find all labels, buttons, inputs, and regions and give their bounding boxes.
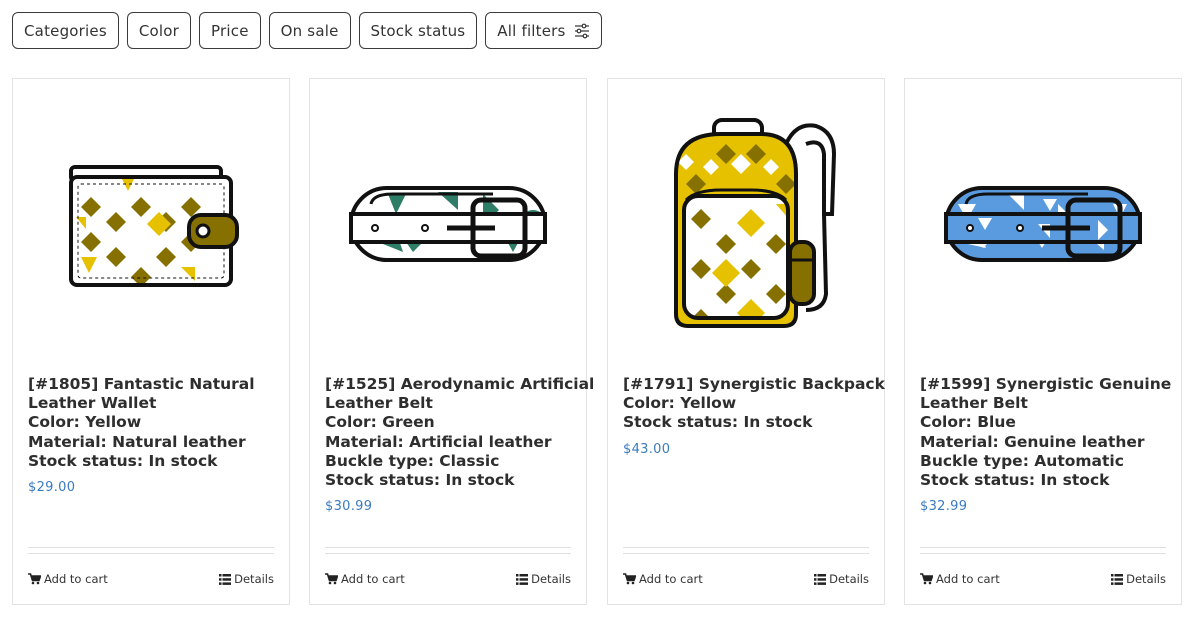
product-info: [#1525] Aerodynamic Artificial Leather B… [325, 375, 594, 516]
product-price: $30.99 [325, 499, 373, 515]
divider [325, 553, 571, 554]
filter-stock-status-button[interactable]: Stock status [358, 12, 478, 49]
filter-bar: Categories Color Price On sale Stock sta… [12, 12, 602, 49]
product-info: [#1805] Fantastic Natural Leather Wallet… [28, 375, 278, 497]
divider [920, 547, 1166, 548]
card-actions: Add to cart Details [623, 572, 869, 586]
details-button[interactable]: Details [1111, 572, 1166, 586]
cart-icon [623, 573, 636, 585]
product-attribute: Material: Genuine leather [920, 432, 1145, 451]
wallet-icon [69, 164, 239, 287]
card-actions: Add to cart Details [28, 572, 274, 586]
details-label: Details [531, 572, 571, 586]
product-attribute: Stock status: In stock [920, 471, 1110, 490]
product-title-line[interactable]: [#1525] Aerodynamic Artificial [325, 375, 594, 394]
divider [28, 553, 274, 554]
add-to-cart-button[interactable]: Add to cart [623, 572, 703, 586]
product-card: [#1791] Synergistic Backpack Color: Yell… [607, 78, 885, 605]
filter-label: All filters [497, 21, 566, 40]
product-title-line[interactable]: [#1805] Fantastic Natural [28, 375, 278, 394]
all-filters-button[interactable]: All filters [485, 12, 602, 49]
product-attribute: Material: Artificial leather [325, 432, 552, 451]
filter-label: Price [211, 21, 249, 40]
filter-price-button[interactable]: Price [199, 12, 261, 49]
product-grid: [#1805] Fantastic Natural Leather Wallet… [12, 78, 1182, 605]
filter-label: On sale [280, 21, 339, 40]
product-card: [#1805] Fantastic Natural Leather Wallet… [12, 78, 290, 605]
filter-label: Categories [24, 21, 107, 40]
add-to-cart-button[interactable]: Add to cart [325, 572, 405, 586]
details-label: Details [1126, 572, 1166, 586]
filter-label: Stock status [370, 21, 466, 40]
product-title-line[interactable]: [#1791] Synergistic Backpack [623, 375, 885, 394]
product-title-line[interactable]: [#1599] Synergistic Genuine [920, 375, 1171, 394]
sliders-icon [574, 23, 589, 38]
product-image[interactable] [310, 79, 586, 369]
details-button[interactable]: Details [219, 572, 274, 586]
list-icon [219, 573, 232, 585]
product-price: $43.00 [623, 441, 671, 457]
card-actions: Add to cart Details [920, 572, 1166, 586]
filter-categories-button[interactable]: Categories [12, 12, 119, 49]
add-to-cart-label: Add to cart [44, 572, 108, 586]
add-to-cart-label: Add to cart [936, 572, 1000, 586]
product-title-line[interactable]: Leather Belt [325, 394, 575, 413]
product-info: [#1791] Synergistic Backpack Color: Yell… [623, 375, 885, 459]
details-button[interactable]: Details [516, 572, 571, 586]
product-price: $29.00 [28, 480, 76, 496]
product-image[interactable] [905, 79, 1181, 369]
add-to-cart-button[interactable]: Add to cart [28, 572, 108, 586]
filter-color-button[interactable]: Color [126, 12, 192, 49]
add-to-cart-label: Add to cart [341, 572, 405, 586]
product-image[interactable] [608, 79, 884, 369]
cart-icon [28, 573, 41, 585]
product-attribute: Material: Natural leather [28, 432, 246, 451]
product-title-line[interactable]: Leather Belt [920, 394, 1170, 413]
product-attribute: Color: Green [325, 413, 435, 432]
product-card: [#1525] Aerodynamic Artificial Leather B… [309, 78, 594, 605]
product-attribute: Buckle type: Classic [325, 451, 500, 470]
product-attribute: Stock status: In stock [623, 413, 813, 432]
list-icon [516, 573, 529, 585]
divider [623, 553, 869, 554]
product-card: [#1599] Synergistic Genuine Leather Belt… [904, 78, 1182, 605]
product-attribute: Color: Yellow [623, 394, 737, 413]
card-actions: Add to cart Details [325, 572, 571, 586]
filter-label: Color [138, 21, 180, 40]
filter-on-sale-button[interactable]: On sale [268, 12, 351, 49]
cart-icon [325, 573, 338, 585]
cart-icon [920, 573, 933, 585]
add-to-cart-label: Add to cart [639, 572, 703, 586]
divider [623, 547, 869, 548]
details-label: Details [829, 572, 869, 586]
product-image[interactable] [13, 79, 289, 369]
product-attribute: Stock status: In stock [28, 451, 218, 470]
add-to-cart-button[interactable]: Add to cart [920, 572, 1000, 586]
details-button[interactable]: Details [814, 572, 869, 586]
product-attribute: Color: Blue [920, 413, 1016, 432]
product-price: $32.99 [920, 499, 968, 515]
product-title-line[interactable]: Leather Wallet [28, 394, 278, 413]
divider [28, 547, 274, 548]
product-attribute: Buckle type: Automatic [920, 451, 1124, 470]
details-label: Details [234, 572, 274, 586]
product-attribute: Color: Yellow [28, 413, 142, 432]
belt-icon [944, 186, 1142, 262]
divider [920, 553, 1166, 554]
divider [325, 547, 571, 548]
list-icon [814, 573, 827, 585]
backpack-icon [674, 118, 836, 328]
list-icon [1111, 573, 1124, 585]
belt-icon [349, 186, 547, 262]
product-attribute: Stock status: In stock [325, 471, 515, 490]
product-info: [#1599] Synergistic Genuine Leather Belt… [920, 375, 1171, 516]
